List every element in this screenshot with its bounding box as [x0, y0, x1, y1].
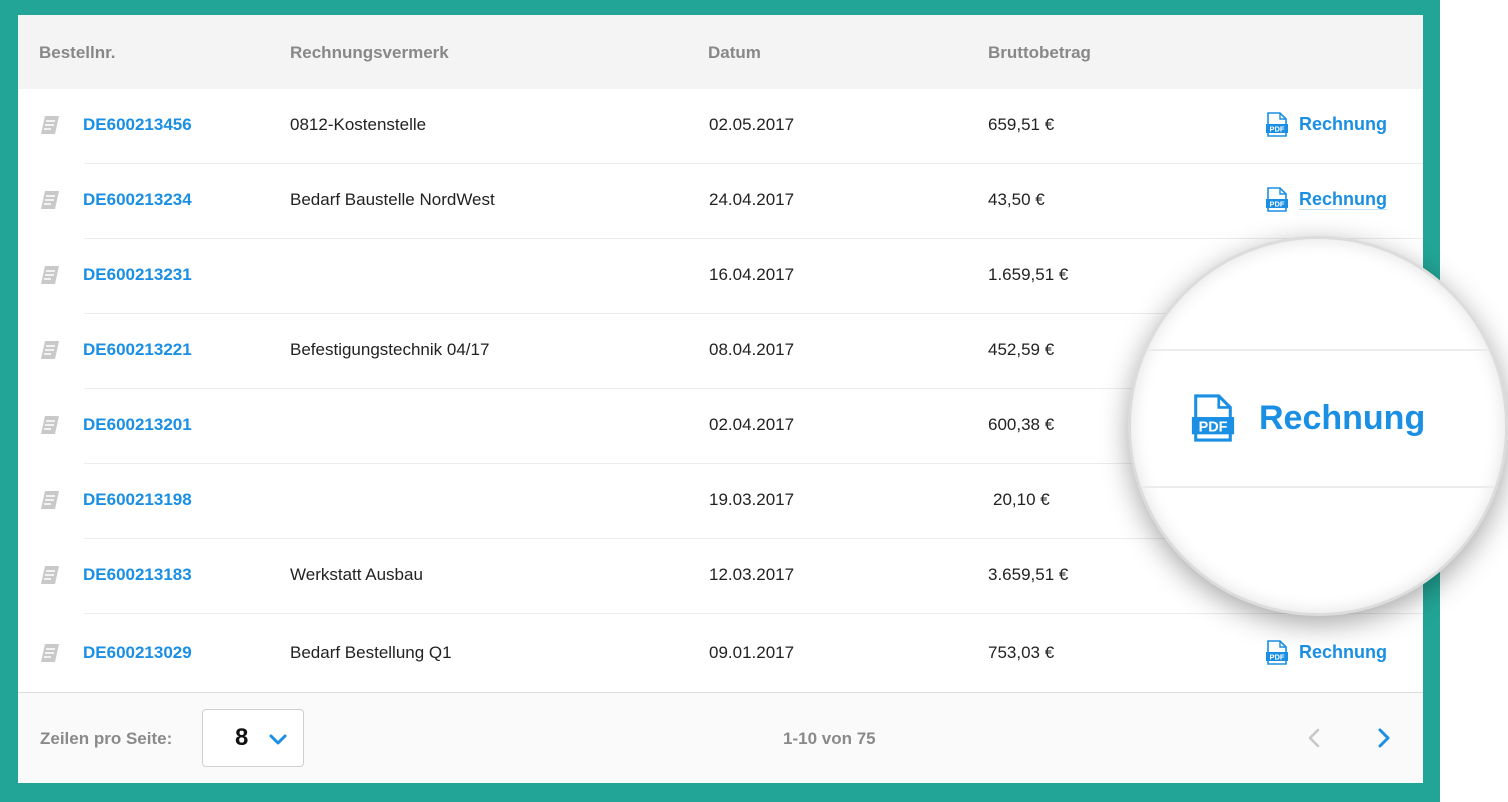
pdf-icon: PDF	[1266, 639, 1288, 665]
svg-text:PDF: PDF	[1199, 419, 1228, 435]
order-number-link[interactable]: DE600213183	[83, 565, 192, 585]
pagination-bar: Zeilen pro Seite: 8 1-10 von 75	[18, 692, 1423, 783]
document-icon	[41, 644, 59, 662]
order-date: 08.04.2017	[709, 340, 795, 359]
pdf-icon: PDF	[1266, 186, 1288, 212]
order-number-link[interactable]: DE600213198	[83, 490, 192, 510]
invoice-note: Werkstatt Ausbau	[290, 565, 423, 584]
rows-per-page-value: 8	[235, 724, 249, 751]
order-date: 19.03.2017	[709, 490, 795, 509]
pdf-icon: PDF	[1191, 394, 1235, 442]
svg-text:PDF: PDF	[1270, 199, 1285, 208]
magnifier-callout: PDF Rechnung	[1128, 236, 1508, 616]
table-row: DE600213456 0812-Kostenstelle 02.05.2017…	[18, 89, 1423, 164]
document-icon	[41, 116, 59, 134]
document-icon	[41, 341, 59, 359]
invoice-note: Befestigungstechnik 04/17	[290, 340, 490, 359]
order-number-link[interactable]: DE600213029	[83, 643, 192, 663]
invoice-note: Bedarf Bestellung Q1	[290, 643, 452, 662]
chevron-down-icon	[269, 734, 287, 745]
chevron-right-icon[interactable]	[1372, 726, 1394, 750]
magnified-invoice-link[interactable]: PDF Rechnung	[1191, 394, 1425, 442]
gross-amount: 600,38 €	[988, 415, 1055, 434]
column-header-date[interactable]: Datum	[708, 43, 761, 63]
column-header-order-number[interactable]: Bestellnr.	[39, 43, 116, 63]
document-icon	[41, 491, 59, 509]
invoice-pdf-link[interactable]: PDF Rechnung	[1266, 186, 1387, 212]
magnified-row-divider	[1131, 349, 1505, 351]
gross-amount: 1.659,51 €	[988, 265, 1069, 284]
order-date: 02.05.2017	[709, 115, 795, 134]
table-row: DE600213234 Bedarf Baustelle NordWest 24…	[18, 164, 1423, 239]
svg-text:PDF: PDF	[1270, 652, 1285, 661]
column-header-invoice-note[interactable]: Rechnungsvermerk	[290, 43, 449, 63]
invoice-link-label[interactable]: Rechnung	[1299, 642, 1387, 663]
table-header: Bestellnr. Rechnungsvermerk Datum Brutto…	[18, 15, 1423, 89]
order-date: 02.04.2017	[709, 415, 795, 434]
document-icon	[41, 416, 59, 434]
gross-amount: 452,59 €	[988, 340, 1055, 359]
invoice-pdf-link[interactable]: PDF Rechnung	[1266, 111, 1387, 137]
pagination-range: 1-10 von 75	[783, 729, 876, 748]
magnified-invoice-label[interactable]: Rechnung	[1259, 399, 1425, 438]
gross-amount: 753,03 €	[988, 643, 1055, 662]
gross-amount: 659,51 €	[988, 115, 1055, 134]
invoice-link-label[interactable]: Rechnung	[1299, 114, 1387, 135]
invoice-pdf-link[interactable]: PDF Rechnung	[1266, 639, 1387, 665]
order-number-link[interactable]: DE600213231	[83, 265, 192, 285]
document-icon	[41, 566, 59, 584]
gross-amount: 3.659,51 €	[988, 565, 1069, 584]
svg-text:PDF: PDF	[1270, 124, 1285, 133]
row-divider	[84, 613, 1423, 614]
gross-amount: 43,50 €	[988, 190, 1045, 209]
order-date: 16.04.2017	[709, 265, 795, 284]
pdf-icon: PDF	[1266, 111, 1288, 137]
invoice-link-label[interactable]: Rechnung	[1299, 189, 1387, 210]
order-date: 12.03.2017	[709, 565, 795, 584]
order-number-link[interactable]: DE600213221	[83, 340, 192, 360]
table-row: DE600213029 Bedarf Bestellung Q1 09.01.2…	[18, 617, 1423, 692]
chevron-left-icon[interactable]	[1304, 726, 1326, 750]
document-icon	[41, 266, 59, 284]
invoice-note: 0812-Kostenstelle	[290, 115, 427, 134]
order-number-link[interactable]: DE600213201	[83, 415, 192, 435]
gross-amount: 20,10 €	[993, 490, 1050, 509]
order-date: 09.01.2017	[709, 643, 795, 662]
order-number-link[interactable]: DE600213456	[83, 115, 192, 135]
rows-per-page-label: Zeilen pro Seite:	[40, 729, 173, 748]
document-icon	[41, 191, 59, 209]
order-number-link[interactable]: DE600213234	[83, 190, 192, 210]
order-date: 24.04.2017	[709, 190, 795, 209]
invoice-note: Bedarf Baustelle NordWest	[290, 190, 495, 209]
magnified-row-divider	[1131, 486, 1505, 488]
rows-per-page-select[interactable]: 8	[202, 709, 304, 767]
column-header-gross-amount[interactable]: Bruttobetrag	[988, 43, 1091, 63]
